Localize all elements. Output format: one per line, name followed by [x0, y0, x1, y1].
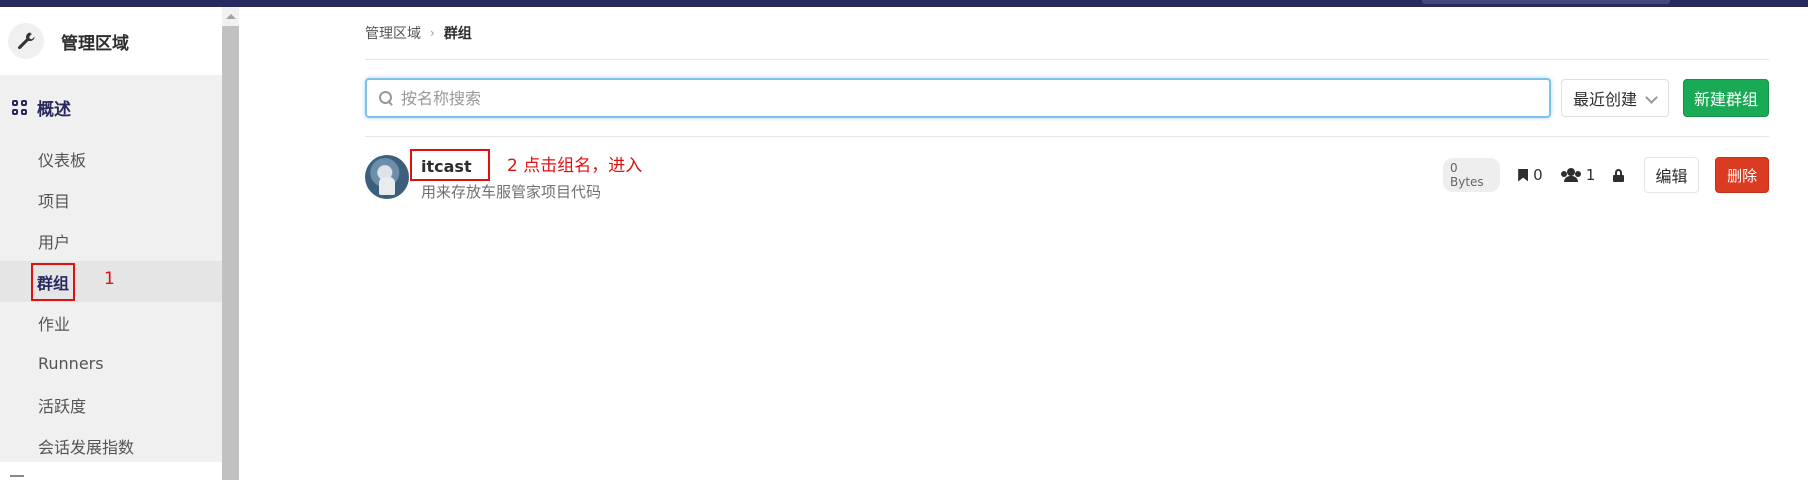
admin-sidebar: 管理区域 概述 仪表板 项目 用户 群组 1 作业 Runners 活跃度 会话… [0, 7, 222, 480]
breadcrumb-parent[interactable]: 管理区域 [365, 23, 421, 43]
annotation-step-2: 2 点击组名，进入 [507, 156, 643, 176]
sidebar-item-devops-score[interactable]: 会话发展指数 [0, 425, 222, 466]
members-count-value: 1 [1585, 166, 1596, 184]
group-avatar[interactable] [365, 155, 409, 199]
sidebar-item-label: 项目 [38, 191, 71, 211]
scroll-up-arrow-icon[interactable] [222, 7, 239, 26]
search-box[interactable] [365, 78, 1551, 118]
bookmark-icon [1518, 168, 1529, 182]
sort-dropdown[interactable]: 最近创建 [1561, 79, 1669, 117]
lock-icon [1613, 168, 1624, 182]
sidebar-title: 管理区域 [61, 33, 129, 54]
group-description: 用来存放车服管家项目代码 [421, 183, 602, 201]
sidebar-scrollbar[interactable] [222, 7, 239, 480]
breadcrumb-current[interactable]: 群组 [444, 23, 472, 43]
grid-icon [12, 99, 27, 115]
users-icon [1560, 168, 1581, 182]
breadcrumb-separator: › [430, 26, 435, 40]
sidebar-item-label: 仪表板 [38, 150, 87, 170]
chevron-down-icon [1645, 91, 1658, 104]
projects-count: 0 [1518, 166, 1543, 184]
group-stats: 0 Bytes 0 1 编辑 删除 [1443, 157, 1769, 193]
top-navbar [0, 0, 1808, 7]
members-count: 1 [1560, 166, 1596, 184]
search-icon [379, 91, 393, 105]
sidebar-item-projects[interactable]: 项目 [0, 179, 222, 220]
breadcrumb: 管理区域 › 群组 [365, 7, 1769, 60]
divider [365, 136, 1769, 137]
sidebar-item-activity[interactable]: 活跃度 [0, 384, 222, 425]
edit-button[interactable]: 编辑 [1643, 157, 1700, 193]
sidebar-item-jobs[interactable]: 作业 [0, 302, 222, 343]
main-content: 管理区域 › 群组 最近创建 新建群组 itcast 2 点击组名，进入 用来存… [365, 7, 1769, 201]
group-row: itcast 2 点击组名，进入 用来存放车服管家项目代码 0 Bytes 0 … [365, 147, 1769, 203]
search-input[interactable] [401, 88, 1501, 108]
sidebar-item-label: 会话发展指数 [38, 437, 135, 457]
sidebar-item-label: Runners [38, 354, 104, 373]
sidebar-item-label: 活跃度 [38, 396, 87, 416]
sidebar-item-label: 用户 [38, 232, 71, 252]
sidebar-item-dashboard[interactable]: 仪表板 [0, 138, 222, 179]
group-name-link[interactable]: itcast [421, 157, 472, 176]
sidebar-item-users[interactable]: 用户 [0, 220, 222, 261]
sidebar-nav: 仪表板 项目 用户 群组 1 作业 Runners 活跃度 会话发展指数 [0, 138, 222, 466]
delete-button[interactable]: 删除 [1715, 157, 1769, 193]
sidebar-section-overview[interactable]: 概述 [0, 76, 222, 138]
storage-size-badge: 0 Bytes [1443, 158, 1501, 192]
wrench-icon [8, 23, 44, 59]
sidebar-header[interactable]: 管理区域 [0, 7, 222, 76]
section-label: 概述 [37, 99, 71, 120]
filter-row: 最近创建 新建群组 [365, 78, 1769, 118]
new-group-button[interactable]: 新建群组 [1683, 79, 1769, 117]
sidebar-item-label: 作业 [38, 314, 71, 334]
sidebar-item-groups[interactable]: 群组 1 [0, 261, 222, 302]
projects-count-value: 0 [1533, 166, 1543, 184]
sidebar-next-section[interactable] [0, 462, 222, 480]
sort-selected-label: 最近创建 [1573, 90, 1638, 109]
sidebar-item-label: 群组 [31, 262, 76, 301]
sidebar-item-runners[interactable]: Runners [0, 343, 222, 384]
navbar-search[interactable] [1422, 0, 1670, 4]
annotation-step-1: 1 [104, 269, 115, 289]
section-icon [10, 475, 24, 480]
